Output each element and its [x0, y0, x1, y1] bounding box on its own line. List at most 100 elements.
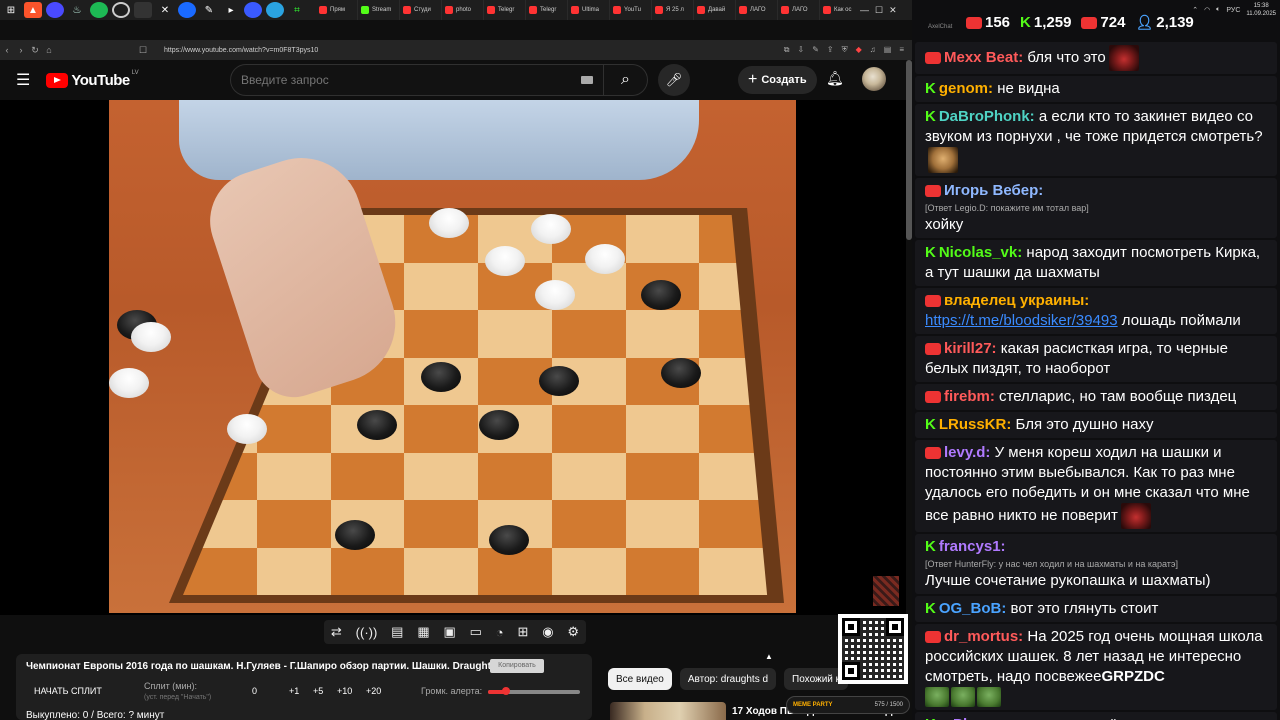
alert-volume-knob[interactable] [502, 687, 511, 695]
chat-username[interactable]: kirill27: [944, 340, 997, 357]
chevron-up-icon[interactable]: ⌃ [1192, 6, 1198, 14]
browser-tab[interactable]: ЛАГО [778, 0, 820, 20]
chip-author[interactable]: Автор: draughts d [679, 668, 777, 690]
capcut-icon[interactable]: ✕ [156, 2, 174, 18]
chat-username[interactable]: levy.d: [944, 444, 990, 461]
browser-tab[interactable]: Как ос [820, 0, 862, 20]
chat-username[interactable]: Mexx Beat: [944, 49, 1023, 66]
shield-icon[interactable]: ⛨ [842, 45, 848, 55]
green-app-icon[interactable]: ⌗ [288, 2, 306, 18]
browser-tab[interactable]: ЛАГО [736, 0, 778, 20]
screenshot-icon[interactable]: ⧉ [784, 45, 790, 55]
menu-icon[interactable]: ≡ [899, 45, 904, 55]
music-icon[interactable]: ♫ [870, 45, 876, 55]
app-icon[interactable] [134, 2, 152, 18]
close-icon[interactable]: ✕ [889, 5, 897, 16]
chat-username[interactable]: genom: [939, 80, 993, 97]
qr-code [838, 614, 908, 684]
youtube-logo[interactable]: YouTube LV [46, 70, 139, 89]
alert-volume-slider[interactable] [488, 687, 580, 695]
home-icon[interactable]: ⌂ [42, 45, 56, 55]
clock[interactable]: 15:38 11.09.2025 [1246, 2, 1276, 18]
browser-tab[interactable]: Прям [316, 0, 358, 20]
video-title: Чемпионат Европы 2016 года по шашкам. Н.… [26, 661, 514, 672]
chat-username[interactable]: Nicolas_vk: [939, 244, 1022, 261]
browser-tab[interactable]: photo [442, 0, 484, 20]
wifi-icon[interactable]: ◠ [1204, 6, 1210, 14]
app2-icon[interactable] [244, 2, 262, 18]
speed-icon[interactable]: ◔ [496, 625, 504, 640]
steam-icon[interactable]: ♨ [68, 2, 86, 18]
url-field[interactable]: https://www.youtube.com/watch?v=m0F8T3py… [164, 47, 318, 54]
chat-username[interactable]: raPleas: [939, 716, 997, 720]
increment-5-button[interactable]: +5 [313, 686, 323, 696]
bookmark-icon[interactable]: ☐ [136, 45, 150, 56]
spotify-icon[interactable] [90, 2, 108, 18]
windows-start-icon[interactable]: ⊞ [2, 2, 20, 18]
browser-tab[interactable]: Telegr [526, 0, 568, 20]
tool-icon[interactable]: ✎ [200, 2, 218, 18]
start-split-button[interactable]: НАЧАТЬ СПЛИТ [34, 686, 102, 696]
chat-username[interactable]: владелец украины: [944, 292, 1089, 309]
browser-tab[interactable]: Студи [400, 0, 442, 20]
back-icon[interactable]: ‹ [0, 45, 14, 55]
reload-icon[interactable]: ↻ [28, 45, 42, 56]
chat-username[interactable]: Игорь Вебер: [944, 182, 1043, 199]
chat-username[interactable]: francys1: [939, 538, 1006, 555]
chat-username[interactable]: LRussKR: [939, 416, 1012, 433]
chat-link[interactable]: https://t.me/bloodsiker/39493 [925, 312, 1118, 329]
telegram-icon[interactable] [266, 2, 284, 18]
playlist-icon[interactable]: ▸ [222, 2, 240, 18]
clapper-icon[interactable]: ▦ [417, 624, 429, 640]
obs-icon[interactable] [112, 2, 130, 18]
volume-icon[interactable]: 🔈︎ [1216, 6, 1220, 14]
theater-icon[interactable]: ▭ [470, 624, 482, 640]
sidebar-icon[interactable]: ▤ [884, 45, 892, 55]
forward-icon[interactable]: › [14, 45, 28, 55]
browser-tab[interactable]: Telegr [484, 0, 526, 20]
create-button[interactable]: + Создать [738, 66, 817, 94]
chat-username[interactable]: DaBroPhonk: [939, 108, 1035, 125]
brave-icon[interactable]: ▲ [24, 2, 42, 18]
copy-button[interactable]: Копировать [490, 659, 544, 673]
browser-tab[interactable]: YouTu [610, 0, 652, 20]
minimize-icon[interactable]: — [860, 5, 869, 15]
chat-username[interactable]: firebm: [944, 388, 995, 405]
video-frame[interactable] [109, 100, 796, 613]
messenger-icon[interactable] [46, 2, 64, 18]
extension-icon[interactable]: ◆ [856, 45, 862, 55]
board-square [404, 500, 478, 548]
browser-tab[interactable]: Ultima [568, 0, 610, 20]
browser-tab[interactable]: Stream [358, 0, 400, 20]
edit-icon[interactable]: ✎ [812, 45, 819, 55]
browser-tab[interactable]: Давай [694, 0, 736, 20]
microphone-icon[interactable]: 🎤︎ [658, 64, 690, 96]
language-indicator[interactable]: РУС [1226, 7, 1240, 14]
loop-icon[interactable]: ⇄ [331, 624, 342, 640]
chip-all-videos[interactable]: Все видео [608, 668, 672, 690]
settings-gear-icon[interactable]: ⚙ [567, 624, 579, 640]
share-icon[interactable]: ⇪ [827, 45, 834, 55]
chat-username[interactable]: OG_BoB: [939, 600, 1007, 617]
increment-1-button[interactable]: +1 [289, 686, 299, 696]
camera-icon[interactable]: ◉ [542, 624, 553, 640]
download-icon[interactable]: ⇩ [798, 45, 805, 55]
increment-20-button[interactable]: +20 [366, 686, 381, 696]
related-video-thumbnail[interactable] [610, 702, 726, 720]
notifications-bell-icon[interactable]: 🔔︎ [826, 70, 844, 87]
broadcast-icon[interactable]: ((·)) [356, 625, 378, 640]
keyboard-icon[interactable] [581, 76, 593, 84]
search-input[interactable] [241, 73, 571, 87]
maximize-icon[interactable]: ☐ [875, 5, 883, 16]
search-icon[interactable]: ⌕ [603, 64, 647, 96]
davinci-icon[interactable] [178, 2, 196, 18]
queue-icon[interactable]: ▤ [391, 624, 403, 640]
chat-username[interactable]: dr_mortus: [944, 628, 1023, 645]
avatar[interactable] [862, 67, 886, 91]
browser-tab[interactable]: Я 25 л [652, 0, 694, 20]
hamburger-menu-icon[interactable]: ☰ [16, 70, 30, 90]
chat-text: Бля это душно наху [1015, 416, 1154, 434]
pip-icon[interactable]: ▣ [443, 624, 455, 640]
add-icon[interactable]: ⊞ [517, 624, 528, 640]
increment-10-button[interactable]: +10 [337, 686, 352, 696]
